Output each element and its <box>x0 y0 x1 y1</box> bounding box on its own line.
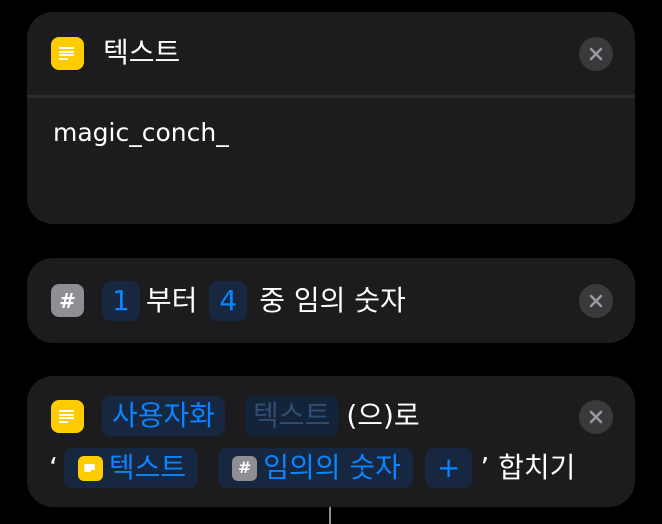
remove-text-action-button[interactable] <box>579 37 613 71</box>
random-max-field[interactable]: 4 <box>209 281 248 321</box>
random-number-action-card[interactable]: # 1 부터 4 중 임의 숫자 <box>27 258 635 343</box>
suffix-label: (으)로 <box>346 399 420 432</box>
random-min-field[interactable]: 1 <box>102 281 140 321</box>
add-variable-button[interactable]: + <box>424 448 473 488</box>
close-icon <box>589 410 603 424</box>
text-variable-token[interactable]: 텍스트 <box>63 448 199 488</box>
text-lines-icon <box>51 400 84 433</box>
from-label: 부터 <box>145 284 198 317</box>
number-hash-icon: # <box>232 455 258 481</box>
text-lines-icon <box>51 37 84 70</box>
text-lines-icon <box>77 455 103 481</box>
text-variable-label: 텍스트 <box>108 451 187 484</box>
random-number-variable-token[interactable]: # 임의의 숫자 <box>218 448 413 488</box>
combine-text-action-card[interactable]: 사용자화 텍스트 (으)로 ‘ 텍스트 # 임의의 숫자 + ’ 합치기 <box>27 376 635 507</box>
combine-label: ’ 합치기 <box>480 451 576 484</box>
separator-custom-token[interactable]: 사용자화 <box>102 396 226 436</box>
remove-random-action-button[interactable] <box>579 284 613 318</box>
remove-combine-action-button[interactable] <box>579 400 613 434</box>
text-action-title: 텍스트 <box>103 36 181 69</box>
close-icon <box>589 47 603 61</box>
text-content-field[interactable]: magic_conch_ <box>53 116 229 150</box>
number-hash-icon: # <box>51 284 84 317</box>
text-action-card[interactable]: 텍스트 magic_conch_ <box>27 12 635 224</box>
close-icon <box>589 294 603 308</box>
input-text-token[interactable]: 텍스트 <box>245 396 339 436</box>
open-quote: ‘ <box>49 451 58 484</box>
random-number-variable-label: 임의의 숫자 <box>263 451 401 484</box>
action-connector-line <box>329 507 331 524</box>
divider <box>27 95 635 98</box>
random-number-label: 중 임의 숫자 <box>259 284 406 317</box>
